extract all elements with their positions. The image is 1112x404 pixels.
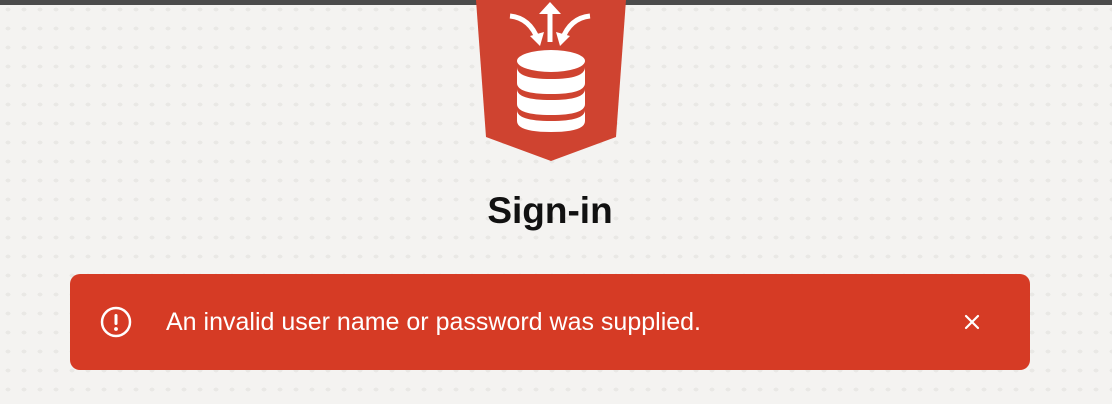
exclamation-circle-icon <box>100 306 132 338</box>
alert-message: An invalid user name or password was sup… <box>166 308 701 336</box>
error-alert: An invalid user name or password was sup… <box>70 274 1030 370</box>
app-logo <box>474 0 628 162</box>
database-icon <box>476 0 626 161</box>
close-icon[interactable] <box>954 304 990 340</box>
page-title: Sign-in <box>487 190 613 231</box>
